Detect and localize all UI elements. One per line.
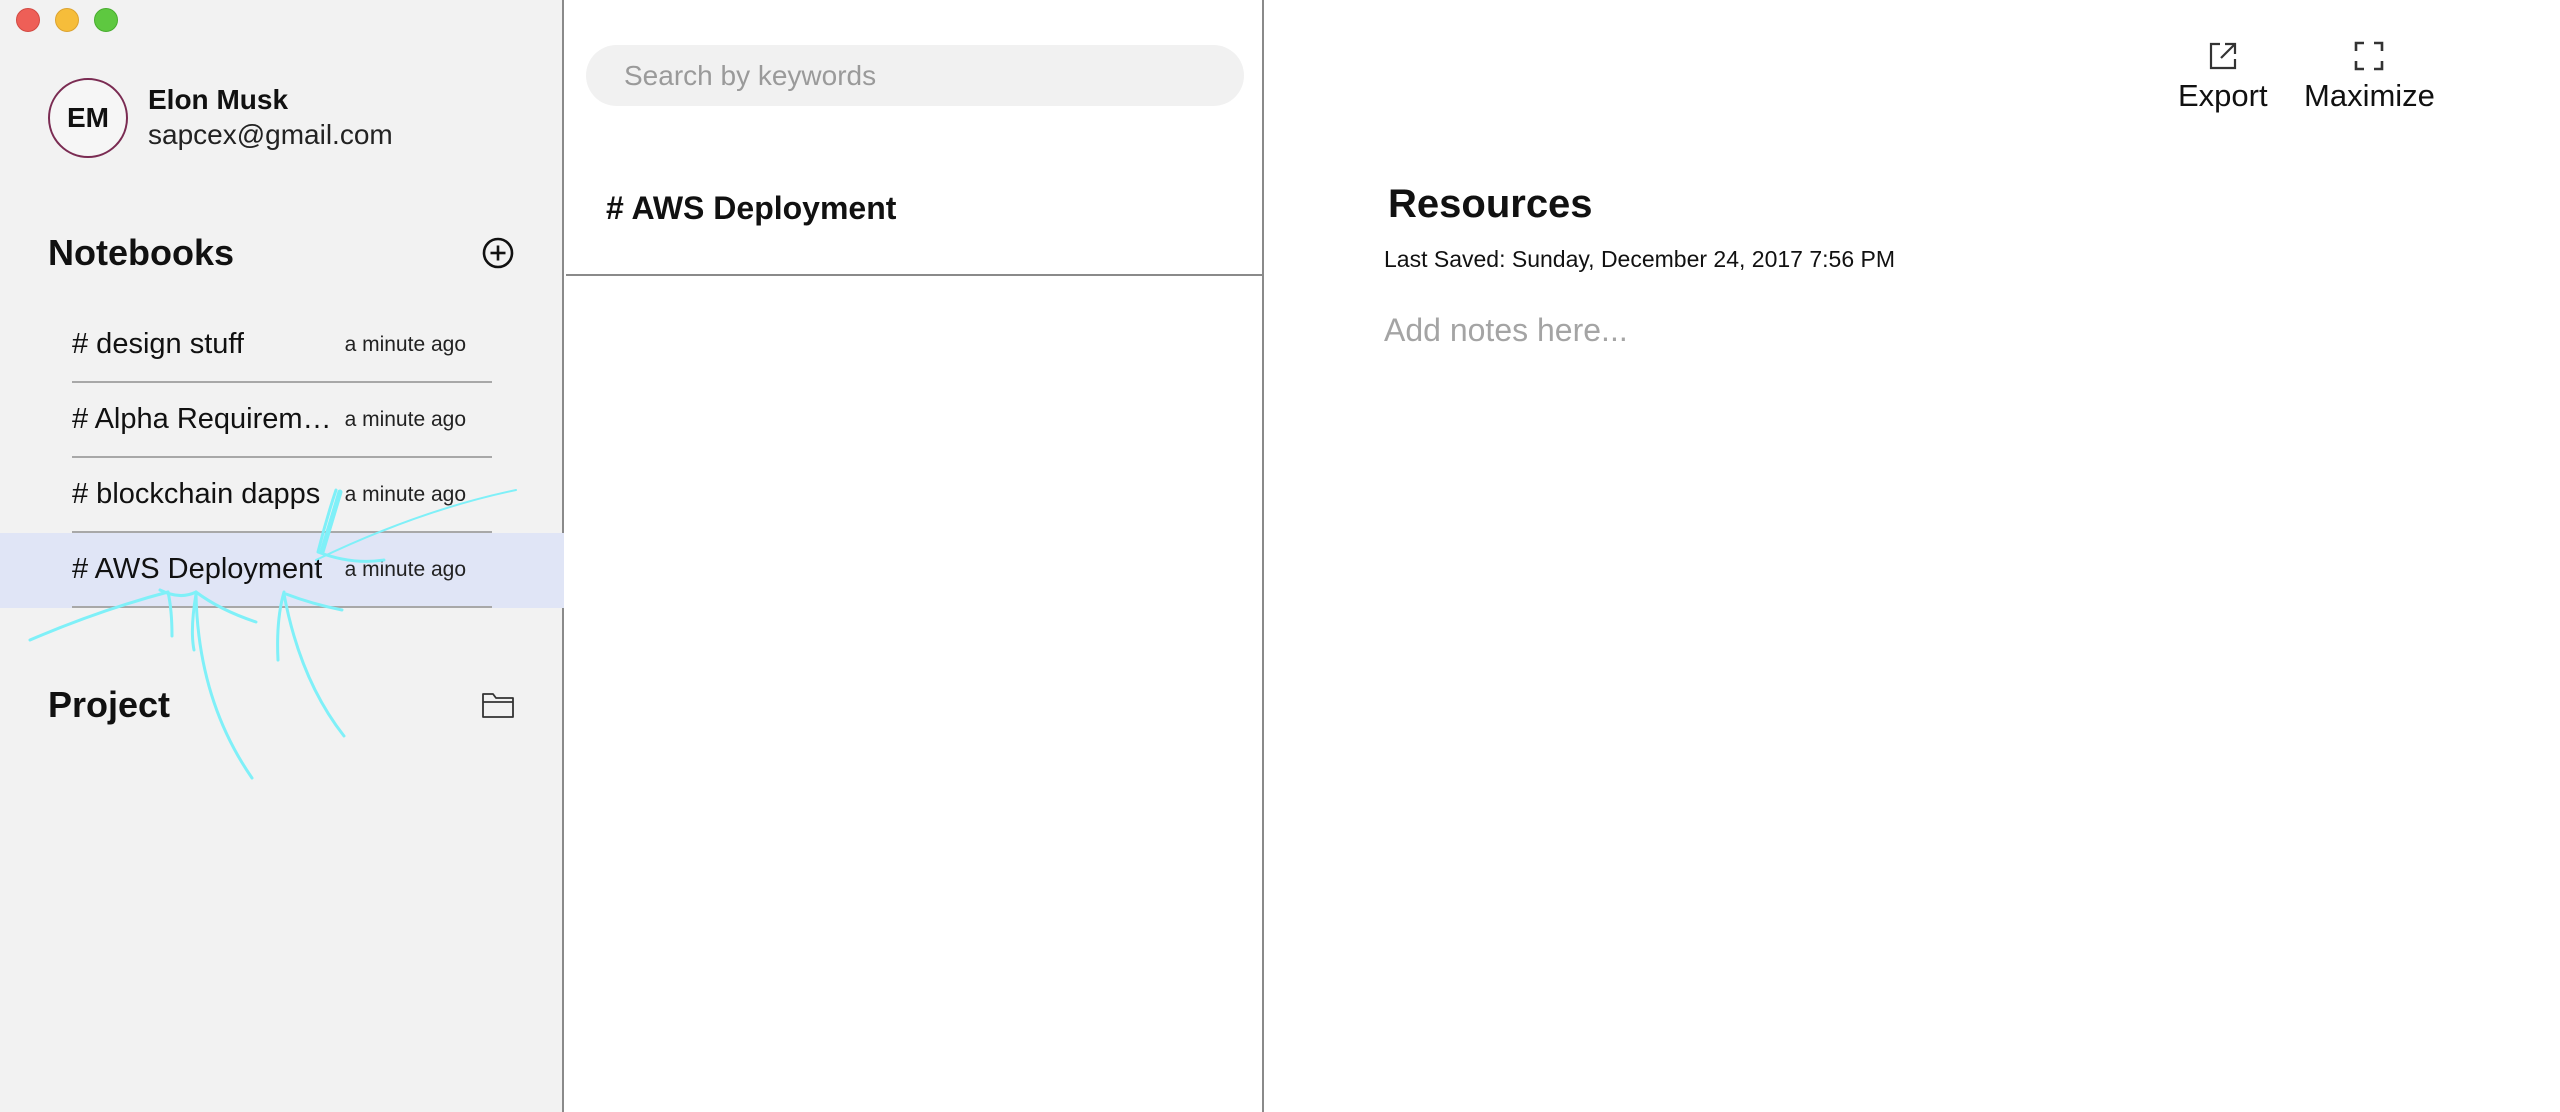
notebook-item[interactable]: # AWS Deployment a minute ago bbox=[0, 533, 564, 608]
notebook-item-time: a minute ago bbox=[344, 332, 466, 356]
notebook-item-row: # Alpha Requirements a minute ago bbox=[72, 383, 492, 458]
note-list-pane: # AWS Deployment bbox=[566, 0, 1264, 1112]
notebook-item-time: a minute ago bbox=[344, 407, 466, 431]
export-label: Export bbox=[2178, 78, 2268, 113]
last-saved-text: Last Saved: Sunday, December 24, 2017 7:… bbox=[1384, 246, 1895, 272]
maximize-button[interactable]: Maximize bbox=[2304, 40, 2435, 114]
plus-circle-icon bbox=[482, 237, 514, 269]
user-name: Elon Musk bbox=[148, 84, 289, 115]
notes-editor[interactable] bbox=[1384, 312, 2484, 1012]
notebook-item-title: # blockchain dapps bbox=[72, 478, 321, 510]
maximize-label: Maximize bbox=[2304, 78, 2435, 113]
app-window: EM Elon Musk sapcex@gmail.com Notebooks … bbox=[0, 0, 2560, 1112]
user-email: sapcex@gmail.com bbox=[148, 119, 393, 150]
open-project-button[interactable] bbox=[478, 685, 518, 725]
note-title[interactable]: Resources bbox=[1388, 182, 1593, 227]
notebook-item-row: # AWS Deployment a minute ago bbox=[72, 533, 492, 608]
notebook-item-row: # blockchain dapps a minute ago bbox=[72, 458, 492, 533]
notebook-item[interactable]: # Alpha Requirements a minute ago bbox=[0, 383, 564, 458]
add-notebook-button[interactable] bbox=[478, 233, 518, 273]
export-icon bbox=[2209, 42, 2236, 70]
notebook-item-title: # design stuff bbox=[72, 328, 244, 360]
user-profile[interactable]: EM Elon Musk sapcex@gmail.com bbox=[48, 78, 393, 158]
note-list-item-title: # AWS Deployment bbox=[606, 190, 897, 226]
editor-pane: Export Maximize Resources Last Saved: Su… bbox=[1266, 0, 2560, 1112]
project-header: Project bbox=[48, 684, 518, 726]
minimize-window-button[interactable] bbox=[55, 8, 79, 32]
notebook-item-title: # Alpha Requirements bbox=[72, 403, 332, 435]
zoom-window-button[interactable] bbox=[94, 8, 118, 32]
avatar: EM bbox=[48, 78, 128, 158]
window-controls bbox=[16, 8, 118, 32]
note-list-item[interactable]: # AWS Deployment bbox=[566, 170, 1264, 276]
export-button[interactable]: Export bbox=[2178, 40, 2268, 114]
notebook-item[interactable]: # design stuff a minute ago bbox=[0, 308, 564, 383]
notebook-item[interactable]: # blockchain dapps a minute ago bbox=[0, 458, 564, 533]
notebooks-title: Notebooks bbox=[48, 232, 235, 273]
search-input[interactable] bbox=[586, 45, 1244, 106]
notebooks-header: Notebooks bbox=[48, 232, 518, 274]
folder-icon bbox=[482, 693, 514, 718]
notebook-list: # design stuff a minute ago # Alpha Requir… bbox=[0, 308, 564, 608]
notebook-item-time: a minute ago bbox=[344, 482, 466, 506]
profile-text: Elon Musk sapcex@gmail.com bbox=[148, 83, 393, 153]
project-title: Project bbox=[48, 684, 171, 725]
maximize-icon bbox=[2355, 41, 2384, 71]
close-window-button[interactable] bbox=[16, 8, 40, 32]
notebook-item-title: # AWS Deployment bbox=[72, 553, 323, 585]
notebook-item-time: a minute ago bbox=[344, 557, 466, 581]
notebook-item-row: # design stuff a minute ago bbox=[72, 308, 492, 383]
sidebar: EM Elon Musk sapcex@gmail.com Notebooks … bbox=[0, 0, 564, 1112]
